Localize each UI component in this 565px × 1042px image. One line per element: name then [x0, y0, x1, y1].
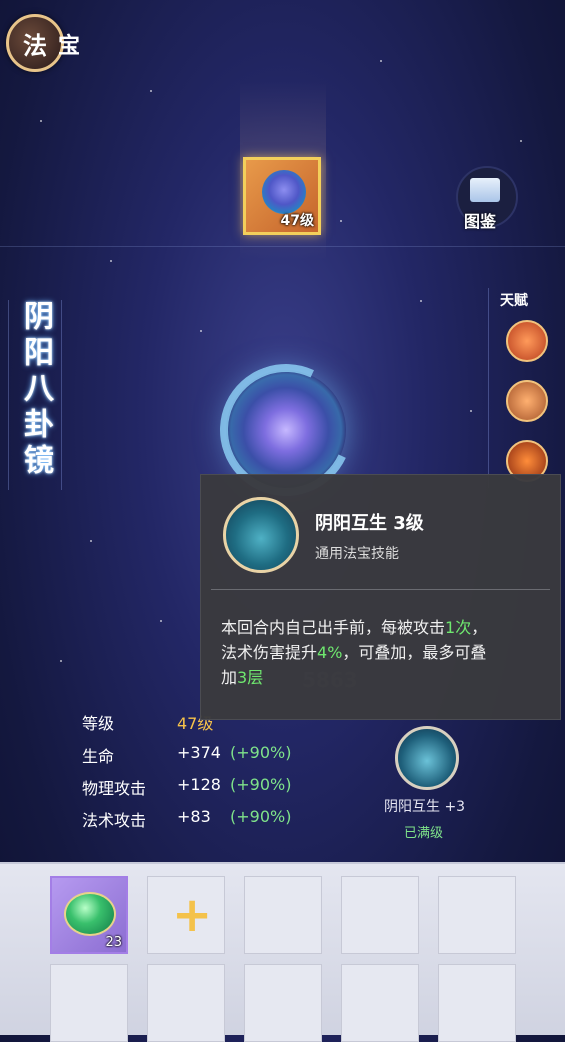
desc-text: ，	[471, 618, 488, 637]
stat-key: 物理攻击	[82, 779, 147, 798]
atlas-button[interactable]: 图鉴	[456, 166, 518, 231]
desc-highlight: 3层	[237, 668, 264, 687]
skill-icon	[395, 726, 459, 790]
inventory-slot[interactable]	[147, 964, 225, 1042]
page-title-char: 法	[23, 31, 47, 60]
desc-text: 法术伤害提升	[221, 643, 318, 662]
fire-talent-icon[interactable]	[506, 320, 548, 362]
page-title: 宝	[58, 34, 81, 59]
page-title-badge[interactable]: 法	[6, 14, 64, 72]
stat-bonus: (+90%)	[230, 743, 292, 762]
skill-tooltip-name: 阴阳互生 3级	[315, 513, 424, 534]
skill-card[interactable]: 阴阳互生 +3 已满级	[384, 726, 474, 846]
stat-value: +374	[177, 743, 221, 762]
plus-icon: +	[172, 887, 213, 943]
skill-tooltip-type: 通用法宝技能	[315, 546, 399, 562]
stat-key: 法术攻击	[82, 811, 147, 830]
talent-label: 天赋	[500, 293, 528, 309]
scroll-icon	[470, 178, 500, 202]
desc-highlight: 4%	[317, 643, 343, 662]
treasure-model	[226, 370, 346, 490]
inventory-slot[interactable]	[341, 964, 419, 1042]
equipped-treasure-slot[interactable]: 47级	[243, 157, 321, 235]
add-slot-button[interactable]: +	[147, 876, 225, 954]
skill-tooltip-description: 本回合内自己出手前，每被攻击1次， 法术伤害提升4%，可叠加，最多可叠 加3层	[221, 615, 546, 690]
inventory-slot[interactable]	[438, 964, 516, 1042]
stat-key: 生命	[82, 747, 115, 766]
treasure-name-panel: 阴阳八卦镜	[8, 300, 62, 490]
skill-card-name: 阴阳互生 +3	[384, 799, 466, 815]
skill-card-status: 已满级	[404, 826, 444, 841]
inventory-slot[interactable]	[244, 876, 322, 954]
inventory-slot[interactable]	[244, 964, 322, 1042]
treasure-name: 阴阳八卦镜	[18, 300, 53, 480]
inventory-slot[interactable]	[50, 964, 128, 1042]
skill-tooltip: 阴阳互生 3级 通用法宝技能 本回合内自己出手前，每被攻击1次， 法术伤害提升4…	[200, 474, 561, 720]
inventory-slot[interactable]	[438, 876, 516, 954]
stat-bonus: (+90%)	[230, 807, 292, 826]
stat-value: +83	[177, 807, 211, 826]
stat-value: +128	[177, 775, 221, 794]
item-count: 23	[105, 935, 122, 950]
inventory-item-selected[interactable]: 23	[50, 876, 128, 954]
monk-talent-icon[interactable]	[506, 380, 548, 422]
divider	[0, 246, 565, 247]
skill-tooltip-icon	[223, 497, 299, 573]
yin-yang-mirror-icon	[262, 170, 306, 214]
inventory-slot[interactable]	[341, 876, 419, 954]
divider	[211, 589, 550, 590]
inventory-panel: 23 +	[0, 862, 565, 1042]
stat-key: 等级	[82, 714, 115, 733]
green-gem-icon	[64, 892, 116, 936]
desc-highlight: 1次	[445, 618, 472, 637]
stat-bonus: (+90%)	[230, 775, 292, 794]
desc-text: 本回合内自己出手前，每被攻击	[221, 618, 446, 637]
atlas-label: 图鉴	[464, 212, 497, 231]
desc-text: ，可叠加，最多可叠	[342, 643, 487, 662]
slot-level: 47级	[280, 213, 314, 229]
desc-text: 加	[221, 668, 238, 687]
